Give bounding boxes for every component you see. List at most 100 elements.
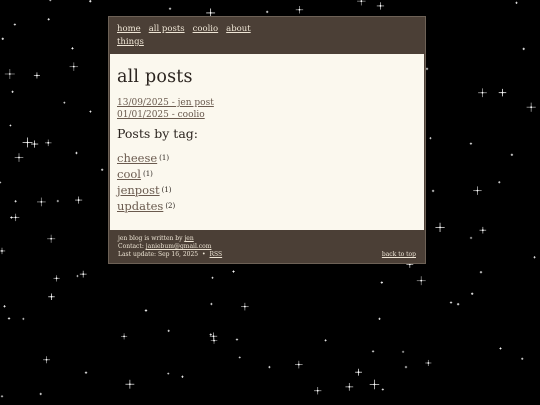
- star-icon: [449, 301, 453, 304]
- star-icon: [469, 236, 473, 240]
- nav-all-posts-link[interactable]: all posts: [149, 24, 185, 34]
- star-icon: [533, 256, 536, 259]
- star-icon: [380, 281, 384, 284]
- nav-bar: home all posts coolio about things: [117, 23, 413, 49]
- post-link-jen-post[interactable]: 13/09/2025 - jen post: [117, 97, 214, 109]
- star-icon: [167, 329, 170, 333]
- star-icon: [235, 338, 239, 341]
- footer-contact-text: Contact:: [118, 243, 144, 250]
- tag-link-cool[interactable]: cool: [117, 167, 141, 181]
- star-icon: [381, 388, 385, 391]
- email-link[interactable]: janiebum@gmail.com: [146, 243, 212, 250]
- star-icon: [456, 302, 460, 306]
- nav-coolio-link[interactable]: coolio: [193, 24, 219, 34]
- star-icon: [56, 199, 60, 203]
- post-link-coolio[interactable]: 01/01/2025 - coolio: [117, 109, 214, 121]
- tag-link-cheese[interactable]: cheese: [117, 151, 157, 165]
- star-icon: [3, 305, 6, 308]
- star-icon: [89, 0, 92, 3]
- star-icon: [14, 200, 17, 203]
- back-to-top-link[interactable]: back to top: [382, 251, 416, 258]
- last-update-text: Last update: Sep 16, 2025: [118, 251, 199, 258]
- star-icon: [479, 226, 487, 234]
- star-icon: [295, 6, 304, 14]
- star-icon: [294, 360, 303, 369]
- tag-item: cheese (1): [117, 150, 175, 166]
- tag-list: cheese (1) cool (1) jenpost (1) updates (2): [117, 150, 175, 214]
- footer-contact-line: Contact: janiebum@gmail.com: [118, 243, 222, 251]
- star-icon: [71, 47, 74, 50]
- star-icon: [49, 0, 52, 2]
- star-icon: [125, 379, 135, 389]
- star-icon: [526, 102, 536, 112]
- star-icon: [89, 110, 92, 113]
- tag-count: (1): [161, 186, 172, 194]
- star-icon: [43, 356, 51, 364]
- star-icon: [181, 375, 184, 378]
- star-icon: [22, 317, 25, 321]
- tag-item: updates (2): [117, 198, 175, 214]
- tag-count: (1): [142, 170, 153, 178]
- star-icon: [498, 181, 501, 184]
- star-icon: [345, 382, 354, 391]
- blog-window: home all posts coolio about things all posts…: [108, 16, 426, 264]
- star-icon: [31, 140, 39, 148]
- rss-link[interactable]: RSS: [210, 251, 223, 258]
- star-icon: [435, 222, 445, 233]
- star-icon: [144, 309, 148, 312]
- separator-dot: •: [202, 251, 206, 258]
- star-icon: [515, 1, 518, 5]
- star-icon: [4, 68, 15, 79]
- star-icon: [79, 270, 87, 278]
- star-icon: [401, 350, 405, 354]
- footer-update-line: Last update: Sep 16, 2025 • RSS: [118, 251, 222, 259]
- star-icon: [522, 47, 525, 51]
- star-icon: [47, 234, 56, 243]
- star-icon: [14, 153, 24, 162]
- star-icon: [9, 124, 12, 127]
- star-icon: [121, 333, 128, 340]
- star-icon: [313, 387, 322, 395]
- post-list: 13/09/2025 - jen post 01/01/2025 - cooli…: [117, 97, 214, 121]
- star-icon: [371, 350, 375, 353]
- star-icon: [404, 365, 408, 369]
- star-icon: [63, 101, 66, 104]
- star-icon: [470, 292, 474, 295]
- star-icon: [238, 356, 241, 359]
- content-area: all posts 13/09/2025 - jen post 01/01/20…: [110, 54, 424, 230]
- star-icon: [324, 339, 327, 342]
- star-icon: [33, 72, 40, 79]
- star-icon: [168, 7, 172, 10]
- star-icon: [13, 23, 17, 26]
- nav-things-link[interactable]: things: [117, 37, 144, 47]
- tag-count: (1): [159, 154, 170, 162]
- tags-heading: Posts by tag:: [117, 126, 198, 141]
- star-icon: [479, 270, 483, 274]
- star-icon: [75, 151, 78, 155]
- star-icon: [268, 365, 271, 369]
- tag-link-jenpost[interactable]: jenpost: [117, 183, 160, 197]
- star-icon: [211, 276, 214, 279]
- star-icon: [431, 189, 435, 193]
- tag-link-updates[interactable]: updates: [117, 199, 163, 213]
- star-icon: [7, 317, 11, 320]
- star-icon: [510, 153, 514, 157]
- star-icon: [241, 302, 249, 311]
- nav-about-link[interactable]: about: [226, 24, 251, 34]
- star-icon: [209, 333, 212, 336]
- footer-author-text: jen blog is written by: [118, 235, 183, 242]
- star-icon: [469, 142, 473, 145]
- tag-item: jenpost (1): [117, 182, 175, 198]
- star-icon: [44, 139, 52, 147]
- star-icon: [473, 186, 482, 195]
- star-icon: [1, 37, 4, 41]
- author-link[interactable]: jen: [184, 235, 193, 242]
- star-icon: [357, 0, 366, 6]
- star-icon: [76, 274, 79, 278]
- page-title: all posts: [117, 67, 193, 87]
- nav-home-link[interactable]: home: [117, 24, 141, 34]
- star-icon: [232, 270, 235, 273]
- star-icon: [210, 302, 213, 306]
- star-icon: [429, 136, 432, 140]
- footer-author-line: jen blog is written by jen: [118, 235, 222, 243]
